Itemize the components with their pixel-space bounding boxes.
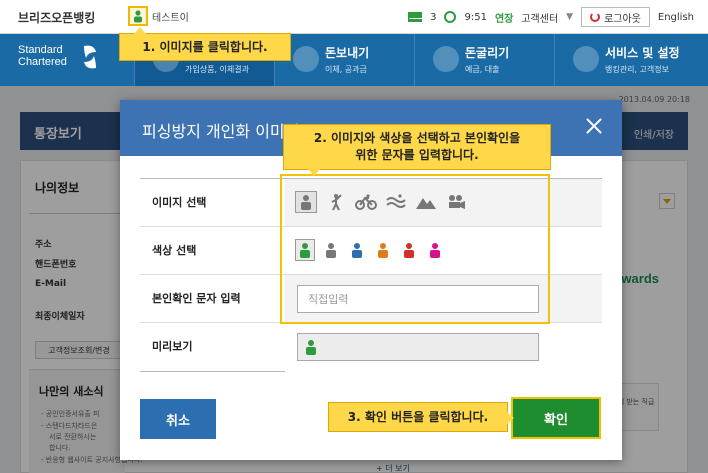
tooltip-text: 1. 이미지를 클릭합니다. (142, 39, 268, 54)
guide-tooltip-step-2: 2. 이미지와 색상을 선택하고 본인확인을 위한 문자를 입력합니다. (283, 124, 551, 176)
bank-logo[interactable]: Standard Chartered (18, 44, 67, 68)
transfer-icon (293, 46, 319, 72)
logout-label: 로그아웃 (604, 13, 641, 25)
preview-cell (285, 323, 602, 373)
logo-line-1: Standard (18, 44, 63, 56)
nav-item-transfer[interactable]: 돈보내기 이체, 공과금 (274, 34, 414, 86)
guide-highlight-frame (280, 174, 550, 324)
personalized-image-button[interactable] (128, 6, 148, 26)
user-chip[interactable]: 테스트이 (128, 6, 189, 26)
confirm-button[interactable]: 확인 (511, 397, 601, 439)
logo-line-2: Chartered (18, 56, 67, 68)
person-icon (306, 340, 316, 355)
extend-session-link[interactable]: 연장 (495, 10, 513, 25)
gear-icon (573, 46, 599, 72)
person-icon (134, 9, 142, 22)
preview-box (297, 333, 539, 361)
customer-center-menu[interactable]: 고객센터 (521, 10, 558, 25)
nav-item-settings[interactable]: 서비스 및 설정 뱅킹관리, 고객정보 (554, 34, 708, 86)
verification-text-label: 본인확인 문자 입력 (152, 292, 241, 305)
mail-icon[interactable] (408, 12, 423, 22)
brand-name: 브리즈오픈뱅킹 (18, 11, 96, 25)
language-link[interactable]: English (658, 12, 694, 23)
nav-subtitle: 뱅킹관리, 고객정보 (605, 65, 669, 74)
nav-title: 돈보내기 (325, 46, 370, 60)
tooltip-arrow (134, 27, 146, 34)
tooltip-text: 2. 이미지와 색상을 선택하고 본인확인을 (313, 131, 521, 145)
nav-title: 돈굴리기 (465, 46, 510, 60)
guide-tooltip-step-3: 3. 확인 버튼을 클릭합니다. (328, 402, 514, 432)
bank-logo-mark-icon (84, 45, 96, 69)
preview-row: 미리보기 (140, 323, 602, 373)
session-time: 9:51 (464, 11, 487, 23)
preview-label: 미리보기 (152, 340, 193, 353)
mail-count: 3 (430, 11, 437, 23)
modal-title: 피싱방지 개인화 이미지 (142, 122, 300, 141)
chevron-down-icon[interactable]: ▼ (566, 12, 573, 22)
main-nav: Standard Chartered 가입상품, 이체결과 돈보내기 이체, 공… (0, 34, 708, 86)
nav-subtitle: 가입상품, 이체결과 (185, 65, 249, 74)
nav-subtitle: 이체, 공과금 (325, 65, 367, 74)
user-name: 테스트이 (152, 12, 189, 24)
power-icon (590, 12, 601, 22)
top-right-controls: 3 9:51 연장 고객센터 ▼ 로그아웃 English (408, 7, 694, 27)
color-select-label: 색상 선택 (152, 244, 197, 257)
cancel-button[interactable]: 취소 (140, 399, 216, 439)
nav-title: 서비스 및 설정 (605, 46, 680, 60)
nav-subtitle: 예금, 대출 (465, 65, 500, 74)
top-bar: 브리즈오픈뱅킹 테스트이 3 9:51 연장 고객센터 ▼ 로그아웃 Engli… (0, 0, 708, 34)
tooltip-text: 위한 문자를 입력합니다. (355, 148, 479, 162)
logout-button[interactable]: 로그아웃 (581, 7, 650, 27)
close-icon[interactable] (584, 116, 604, 136)
tooltip-text: 3. 확인 버튼을 클릭합니다. (347, 409, 489, 424)
clock-icon (444, 11, 457, 23)
tooltip-arrow (308, 169, 320, 176)
image-select-label: 이미지 선택 (152, 196, 207, 209)
tooltip-arrow (507, 412, 514, 424)
guide-tooltip-step-1: 1. 이미지를 클릭합니다. (119, 27, 291, 61)
invest-icon (433, 46, 459, 72)
nav-item-invest[interactable]: 돈굴리기 예금, 대출 (414, 34, 554, 86)
